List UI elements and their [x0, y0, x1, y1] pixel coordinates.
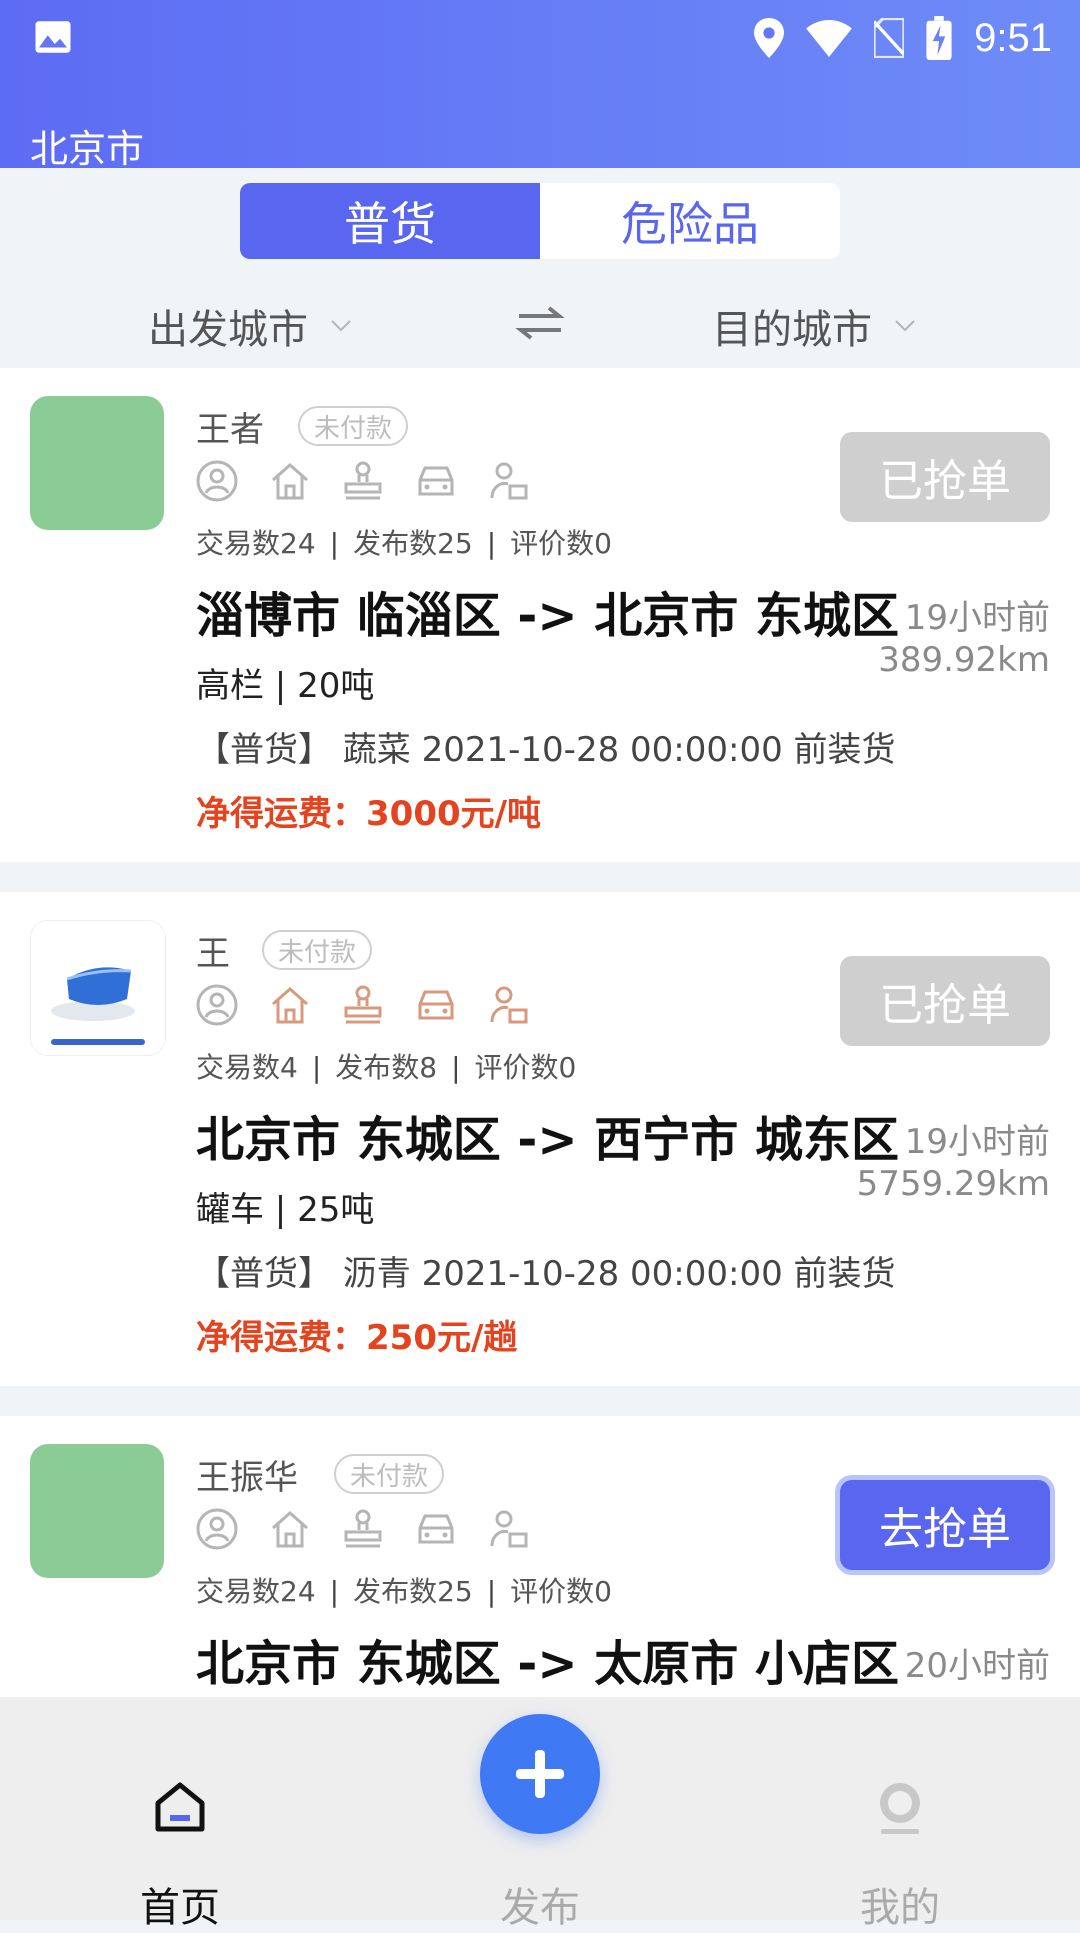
truck-info: 罐车 | 25吨: [196, 1190, 375, 1230]
clock: 9:51: [974, 15, 1052, 60]
battery-charging-icon: [926, 16, 952, 60]
grab-order-button[interactable]: 已抢单: [840, 956, 1050, 1046]
status-bar: 9:51: [0, 0, 1080, 75]
home-verified-icon: [272, 462, 308, 500]
driver-license-icon: [490, 986, 528, 1024]
driver-license-icon: [490, 462, 528, 500]
home-icon: [155, 1782, 205, 1832]
publish-count: 发布数25: [353, 527, 473, 560]
nav-publish-label: 发布: [500, 1885, 580, 1931]
distance: 389.92km: [878, 640, 1050, 680]
to-city-label: 目的城市: [712, 307, 872, 353]
truck-info: 高栏 | 20吨: [196, 666, 375, 706]
no-sim-icon: [874, 18, 905, 58]
trade-count: 交易数24: [196, 527, 316, 560]
tab-dangerous-goods[interactable]: 危险品: [540, 183, 840, 259]
seal-icon: [344, 1509, 382, 1548]
nav-home-label: 首页: [140, 1885, 220, 1931]
verification-icons: [196, 984, 530, 1026]
publish-count: 发布数8: [335, 1051, 438, 1084]
location-icon: [754, 18, 785, 58]
home-verified-icon: [272, 986, 308, 1024]
driver-license-icon: [490, 1510, 528, 1548]
car-icon: [418, 990, 454, 1020]
freight-fee: 净得运费：250元/趟: [196, 1318, 518, 1358]
route: 北京市 东城区 -> 太原市 小店区: [196, 1636, 899, 1692]
user-verified-icon: [196, 984, 238, 1026]
nav-mine-label: 我的: [860, 1885, 940, 1931]
app-header: 9:51 北京市: [0, 0, 1080, 171]
order-card[interactable]: 王者 未付款 交易数24 | 发布数25 | 评价数0 已抢单 淄博市 临淄区 -> 北…: [0, 368, 1080, 862]
time-ago: 19小时前: [904, 598, 1050, 638]
publish-button[interactable]: [480, 1714, 600, 1834]
review-count: 评价数0: [474, 1051, 577, 1084]
home-verified-icon: [272, 1510, 308, 1548]
image-icon: [35, 21, 71, 53]
shipper-name: 王: [196, 934, 230, 974]
car-icon: [418, 1514, 454, 1544]
review-count: 评价数0: [510, 527, 612, 560]
grab-order-button[interactable]: 已抢单: [840, 432, 1050, 522]
tab-general-cargo[interactable]: 普货: [240, 183, 540, 259]
shipper-stats: 交易数4 | 发布数8 | 评价数0: [196, 1051, 577, 1084]
mask-product-image: [31, 921, 165, 1055]
to-city-filter[interactable]: 目的城市: [712, 297, 916, 355]
user-verified-icon: [196, 460, 238, 502]
seal-icon: [344, 985, 382, 1024]
cargo-type-tabs: 普货 危险品: [240, 183, 840, 259]
seal-icon: [344, 461, 382, 500]
verification-icons: [196, 460, 530, 502]
profile-icon: [880, 1783, 920, 1834]
shipper-name: 王振华: [196, 1458, 298, 1498]
shipper-stats: 交易数24 | 发布数25 | 评价数0: [196, 527, 612, 560]
review-count: 评价数0: [510, 1575, 612, 1608]
city-filter-bar: 出发城市 目的城市: [0, 285, 1080, 365]
trade-count: 交易数4: [196, 1051, 298, 1084]
shipper-name: 王者: [196, 410, 264, 450]
status-badge: 未付款: [298, 406, 409, 446]
swap-icon[interactable]: [515, 303, 565, 343]
goods-info: 【普货】 蔬菜 2021-10-28 00:00:00 前装货: [196, 730, 896, 770]
chevron-down-icon: [331, 320, 351, 332]
status-badge: 未付款: [334, 1454, 445, 1494]
nav-mine[interactable]: 我的: [800, 1697, 1000, 1931]
order-card[interactable]: 王 未付款 交易数4 | 发布数8 | 评价数0 已抢单 北京市 东城区 -> 西宁市 …: [0, 892, 1080, 1386]
plus-icon: [516, 1750, 564, 1798]
route: 北京市 东城区 -> 西宁市 城东区: [196, 1112, 899, 1168]
car-icon: [418, 466, 454, 496]
avatar: [30, 396, 164, 530]
chevron-down-icon: [895, 320, 915, 332]
verification-icons: [196, 1508, 530, 1550]
distance: 5759.29km: [856, 1164, 1050, 1204]
from-city-label: 出发城市: [148, 307, 308, 353]
from-city-filter[interactable]: 出发城市: [148, 297, 352, 355]
publish-count: 发布数25: [353, 1575, 473, 1608]
goods-info: 【普货】 沥青 2021-10-28 00:00:00 前装货: [196, 1254, 896, 1294]
trade-count: 交易数24: [196, 1575, 316, 1608]
avatar: [30, 1444, 164, 1578]
grab-order-button[interactable]: 去抢单: [840, 1480, 1050, 1570]
route: 淄博市 临淄区 -> 北京市 东城区: [196, 588, 899, 644]
status-badge: 未付款: [262, 930, 373, 970]
time-ago: 19小时前: [904, 1122, 1050, 1162]
wifi-icon: [806, 19, 852, 57]
avatar: [30, 920, 166, 1056]
current-city[interactable]: 北京市: [30, 118, 144, 173]
nav-home[interactable]: 首页: [80, 1697, 280, 1931]
user-verified-icon: [196, 1508, 238, 1550]
shipper-stats: 交易数24 | 发布数25 | 评价数0: [196, 1575, 612, 1608]
freight-fee: 净得运费：3000元/吨: [196, 794, 542, 834]
time-ago: 20小时前: [904, 1646, 1050, 1686]
